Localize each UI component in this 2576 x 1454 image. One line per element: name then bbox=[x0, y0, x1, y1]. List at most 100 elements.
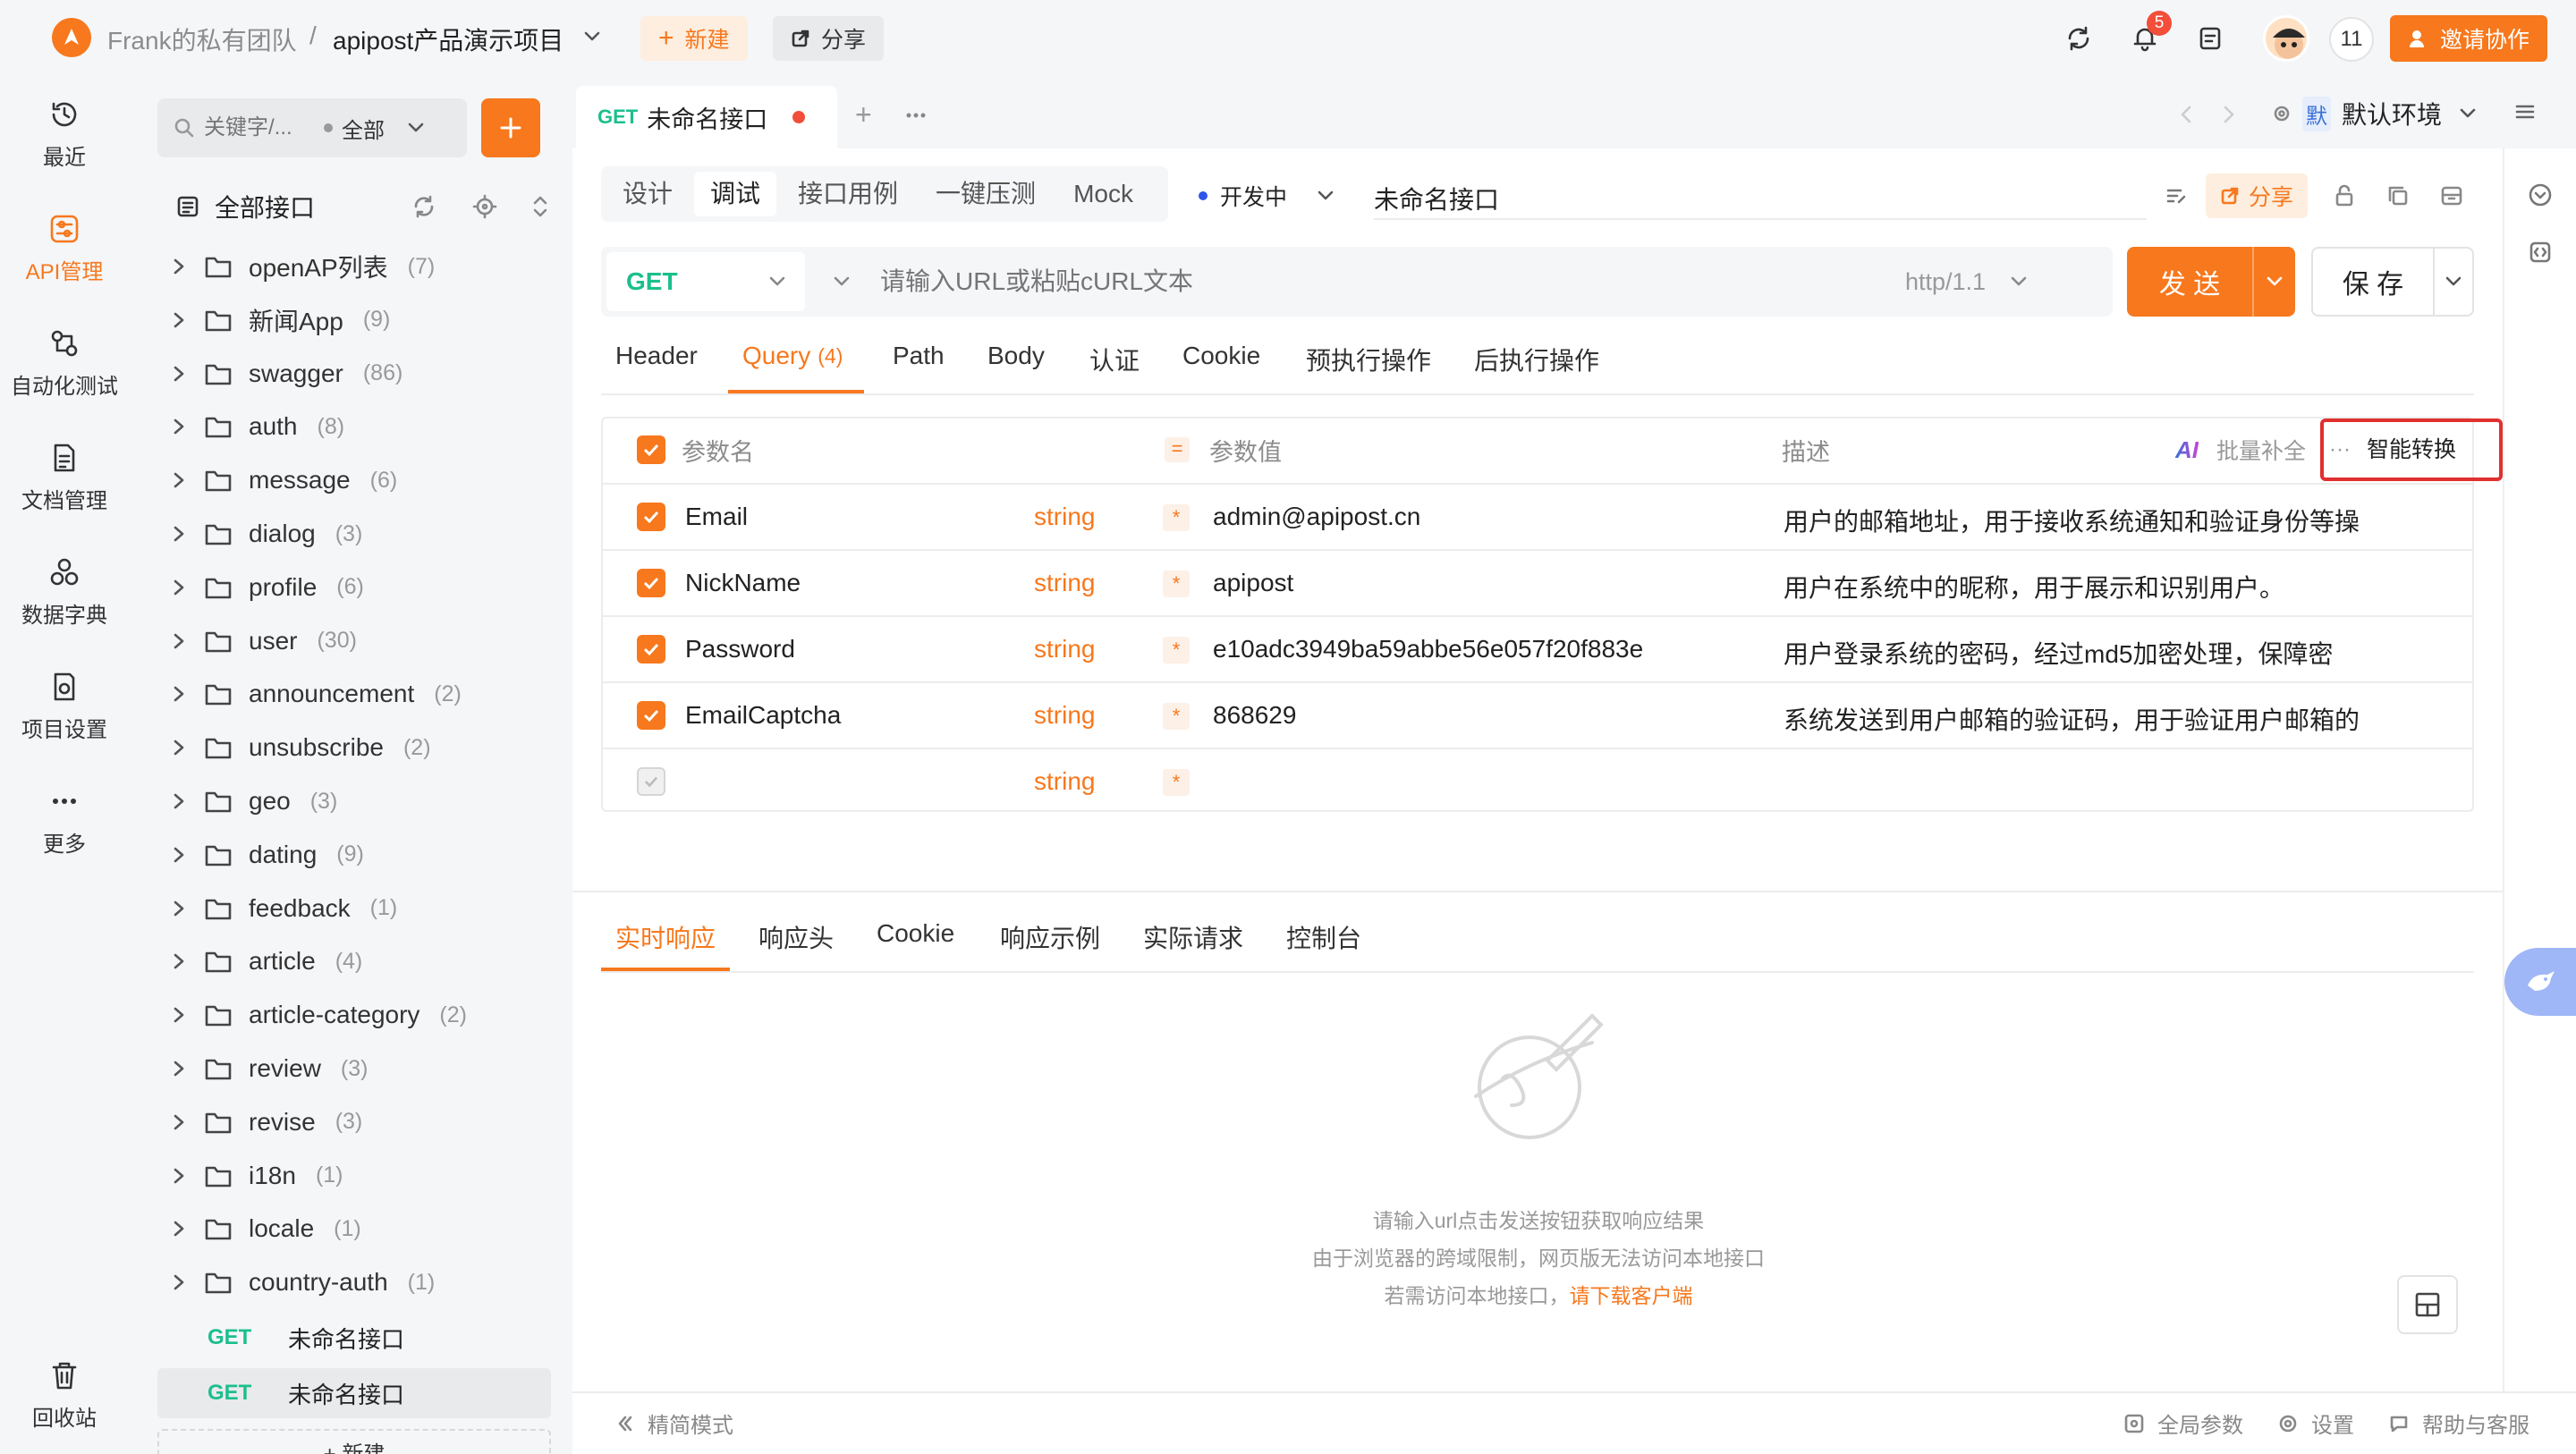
add-tab-button[interactable]: + bbox=[855, 98, 872, 131]
note-icon[interactable] bbox=[2197, 25, 2224, 52]
chevron-right-icon[interactable] bbox=[170, 525, 188, 543]
tab-path[interactable]: Path bbox=[893, 342, 945, 370]
add-api-button[interactable] bbox=[481, 98, 540, 157]
folder-row[interactable]: geo(3) bbox=[170, 774, 555, 828]
app-logo[interactable] bbox=[52, 18, 91, 57]
team-name[interactable]: Frank的私有团队 bbox=[107, 21, 297, 57]
chevron-right-icon[interactable] bbox=[170, 1060, 188, 1078]
tab-auth[interactable]: 认证 bbox=[1089, 342, 1140, 377]
rail-item-settings[interactable]: 项目设置 bbox=[0, 667, 129, 746]
chevron-right-icon[interactable] bbox=[170, 739, 188, 757]
required-icon[interactable]: * bbox=[1163, 637, 1190, 664]
filter-chevron-down-icon[interactable] bbox=[408, 123, 424, 133]
rail-item-more[interactable]: 更多 bbox=[0, 782, 129, 860]
param-desc[interactable]: 系统发送到用户邮箱的验证码，用于验证用户邮箱的 bbox=[1784, 701, 2410, 737]
fold-icon[interactable] bbox=[2528, 182, 2553, 207]
locate-icon[interactable] bbox=[472, 194, 497, 219]
param-checkbox[interactable] bbox=[637, 701, 665, 730]
bulk-fill-button[interactable]: 批量补全 bbox=[2216, 434, 2306, 466]
tab-post-script[interactable]: 后执行操作 bbox=[1474, 342, 1599, 377]
tab-cookie[interactable]: Cookie bbox=[1182, 342, 1260, 370]
folder-row[interactable]: article(4) bbox=[170, 934, 555, 988]
required-icon[interactable]: * bbox=[1163, 571, 1190, 597]
tab-console[interactable]: 控制台 bbox=[1286, 919, 1361, 955]
tab-response-headers[interactable]: 响应头 bbox=[758, 919, 834, 955]
save-button[interactable]: 保 存 bbox=[2313, 262, 2433, 301]
chevron-right-icon[interactable] bbox=[170, 792, 188, 810]
required-icon[interactable]: * bbox=[1163, 703, 1190, 730]
chevron-right-icon[interactable] bbox=[170, 1220, 188, 1238]
project-name[interactable]: apipost产品演示项目 bbox=[333, 21, 564, 57]
required-icon[interactable]: * bbox=[1163, 504, 1190, 531]
tab-design[interactable]: 设计 bbox=[606, 172, 689, 216]
help-button[interactable]: 帮助与客服 bbox=[2388, 1408, 2529, 1439]
chevron-right-icon[interactable] bbox=[170, 1167, 188, 1185]
rail-item-recent[interactable]: 最近 bbox=[0, 95, 129, 173]
rail-item-trash[interactable]: 回收站 bbox=[0, 1356, 129, 1434]
folder-row[interactable]: review(3) bbox=[170, 1042, 555, 1095]
param-checkbox[interactable] bbox=[637, 767, 665, 796]
api-row-2[interactable]: GET 未命名接口 bbox=[157, 1368, 551, 1418]
param-value[interactable]: admin@apipost.cn bbox=[1213, 503, 1420, 531]
url-history-chevron-icon[interactable] bbox=[834, 276, 850, 287]
chevron-right-icon[interactable] bbox=[170, 579, 188, 596]
method-select[interactable]: GET bbox=[606, 252, 805, 311]
tab-response-cookie[interactable]: Cookie bbox=[877, 919, 954, 948]
share-top-button[interactable]: 分享 bbox=[773, 16, 884, 61]
filter-select[interactable]: 全部 bbox=[342, 113, 385, 144]
archive-icon[interactable] bbox=[2440, 184, 2463, 207]
rail-item-dictionary[interactable]: 数据字典 bbox=[0, 553, 129, 631]
param-value[interactable]: e10adc3949ba59abbe56e057f20f883e bbox=[1213, 635, 1643, 664]
search-box[interactable]: 全部 bbox=[157, 98, 467, 157]
param-name[interactable]: Email bbox=[685, 503, 748, 531]
collapse-icon[interactable] bbox=[530, 194, 551, 219]
folder-row[interactable]: announcement(2) bbox=[170, 667, 555, 721]
chevron-right-icon[interactable] bbox=[170, 365, 188, 383]
env-selector[interactable]: 默 默认环境 bbox=[2272, 91, 2479, 136]
chevron-right-icon[interactable] bbox=[170, 685, 188, 703]
tab-next-icon[interactable] bbox=[2222, 106, 2236, 123]
chevron-right-icon[interactable] bbox=[170, 1273, 188, 1291]
param-desc[interactable]: 用户登录系统的密码，经过md5加密处理，保障密 bbox=[1784, 635, 2410, 671]
all-apis-row[interactable]: 全部接口 bbox=[175, 184, 551, 229]
lock-icon[interactable] bbox=[2333, 184, 2356, 207]
search-input[interactable] bbox=[204, 115, 302, 140]
format-icon[interactable] bbox=[2165, 184, 2188, 207]
param-name[interactable]: NickName bbox=[685, 569, 801, 597]
protocol-chevron-down-icon[interactable] bbox=[2011, 276, 2027, 287]
folder-row[interactable]: auth(8) bbox=[170, 400, 555, 453]
smart-convert-button[interactable]: 智能转换 bbox=[2320, 418, 2503, 481]
folder-row[interactable]: 新闻App(9) bbox=[170, 293, 555, 347]
param-value[interactable]: apipost bbox=[1213, 569, 1293, 597]
folder-row[interactable]: swagger(86) bbox=[170, 347, 555, 401]
folder-row[interactable]: locale(1) bbox=[170, 1202, 555, 1255]
settings-button[interactable]: 设置 bbox=[2277, 1408, 2354, 1439]
status-select[interactable]: 开发中 bbox=[1199, 175, 1334, 216]
copy-icon[interactable] bbox=[2386, 184, 2410, 207]
chevron-right-icon[interactable] bbox=[170, 846, 188, 864]
refresh-icon[interactable] bbox=[411, 194, 436, 219]
chevron-right-icon[interactable] bbox=[170, 632, 188, 650]
url-input[interactable] bbox=[880, 267, 1909, 296]
protocol-select[interactable]: http/1.1 bbox=[1905, 268, 1986, 296]
param-type[interactable]: string bbox=[1034, 569, 1095, 597]
param-type[interactable]: string bbox=[1034, 767, 1095, 796]
rail-item-automation[interactable]: 自动化测试 bbox=[0, 324, 129, 402]
folder-row[interactable]: revise(3) bbox=[170, 1095, 555, 1149]
api-name-input[interactable]: 未命名接口 bbox=[1374, 175, 2147, 220]
param-type[interactable]: string bbox=[1034, 635, 1095, 664]
folder-row[interactable]: dating(9) bbox=[170, 828, 555, 882]
tab-cases[interactable]: 接口用例 bbox=[782, 172, 914, 216]
folder-row[interactable]: profile(6) bbox=[170, 561, 555, 614]
menu-icon[interactable] bbox=[2513, 100, 2537, 123]
tab-stress[interactable]: 一键压测 bbox=[919, 172, 1052, 216]
select-all-checkbox[interactable] bbox=[637, 435, 665, 464]
param-name[interactable]: Password bbox=[685, 635, 795, 664]
chevron-right-icon[interactable] bbox=[170, 1006, 188, 1024]
tab-more-icon[interactable] bbox=[905, 111, 927, 120]
sync-icon[interactable] bbox=[2064, 24, 2093, 53]
folder-row[interactable]: openAP列表(7) bbox=[170, 240, 555, 293]
param-name[interactable]: EmailCaptcha bbox=[685, 701, 841, 730]
tab-actual-request[interactable]: 实际请求 bbox=[1143, 919, 1243, 955]
share-api-button[interactable]: 分享 bbox=[2206, 173, 2308, 218]
